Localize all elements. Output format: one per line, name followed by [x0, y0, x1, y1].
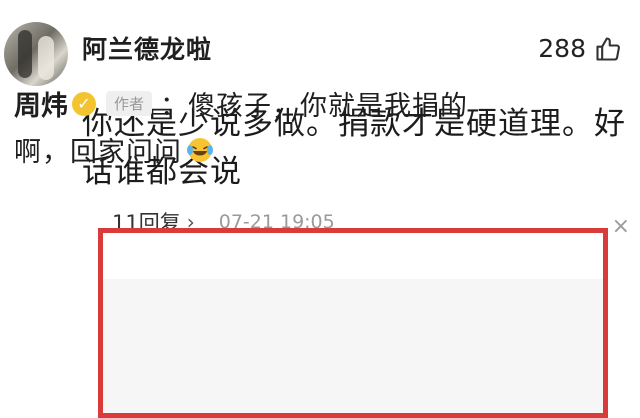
verified-badge-icon: ✓: [72, 91, 96, 116]
thumbs-up-icon: [596, 36, 620, 61]
reply-header: 周炜 ✓ 作者 ：傻孩子，你就是我捐的: [14, 84, 468, 123]
close-icon[interactable]: ×: [612, 214, 630, 239]
avatar[interactable]: [4, 22, 68, 86]
like-count: 288: [538, 34, 586, 63]
avatar-figure: [18, 30, 32, 78]
comment-username[interactable]: 阿兰德龙啦: [82, 30, 212, 66]
avatar-figure: [38, 36, 54, 80]
reply-text-line1: ：傻孩子，你就是我捐的: [160, 91, 469, 122]
reply-text-line2-wrap: 啊，回家问问: [14, 130, 214, 169]
reply-background: [103, 279, 603, 413]
author-tag: 作者: [106, 91, 153, 116]
reply-author[interactable]: 周炜: [14, 84, 68, 123]
highlighted-reply-box: [98, 228, 608, 418]
like-button[interactable]: 288: [538, 34, 622, 63]
laughing-crying-emoji-icon: [187, 137, 213, 162]
reply-text-line2: 啊，回家问问: [14, 137, 182, 168]
